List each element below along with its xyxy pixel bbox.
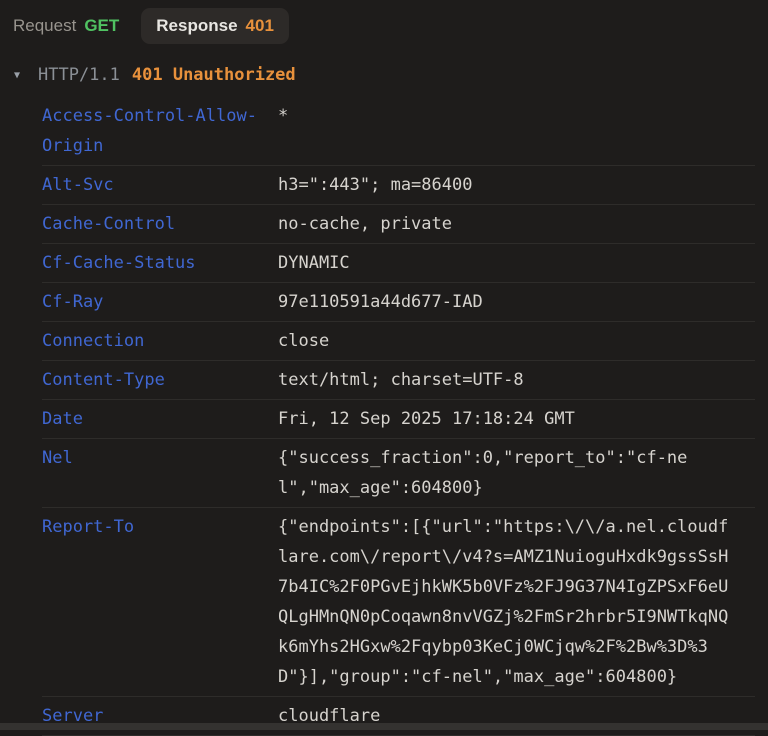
header-name: Cf-Cache-Status [42, 248, 278, 278]
response-tab-label: Response [156, 16, 237, 36]
header-name: Report-To [42, 512, 278, 542]
header-value: {"endpoints":[{"url":"https:\/\/a.nel.cl… [278, 512, 732, 692]
header-value: * [278, 101, 732, 131]
header-value: 97e110591a44d677-IAD [278, 287, 732, 317]
header-row: Cf-Ray 97e110591a44d677-IAD [42, 283, 755, 322]
http-protocol: HTTP/1.1 [38, 65, 120, 85]
request-tab-label: Request [13, 16, 76, 36]
header-name: Access-Control-Allow-Origin [42, 101, 278, 161]
header-row: Alt-Svc h3=":443"; ma=86400 [42, 166, 755, 205]
header-name: Nel [42, 443, 278, 473]
header-name: Alt-Svc [42, 170, 278, 200]
header-row: Content-Type text/html; charset=UTF-8 [42, 361, 755, 400]
header-value: h3=":443"; ma=86400 [278, 170, 732, 200]
tab-request[interactable]: Request GET [13, 8, 119, 44]
header-row: Cf-Cache-Status DYNAMIC [42, 244, 755, 283]
response-status-line: ▼ HTTP/1.1 401 Unauthorized [14, 65, 768, 85]
response-status-badge: 401 [246, 16, 274, 36]
http-status-text: 401 Unauthorized [132, 65, 296, 85]
header-value: {"success_fraction":0,"report_to":"cf-ne… [278, 443, 732, 503]
header-row: Connection close [42, 322, 755, 361]
header-value: text/html; charset=UTF-8 [278, 365, 732, 395]
header-value: no-cache, private [278, 209, 732, 239]
bottom-panel-edge [0, 723, 768, 730]
collapse-caret-icon[interactable]: ▼ [14, 70, 38, 81]
request-response-tabbar: Request GET Response 401 [0, 0, 768, 44]
request-method-badge: GET [84, 16, 119, 36]
header-name: Date [42, 404, 278, 434]
header-name: Connection [42, 326, 278, 356]
header-row: Date Fri, 12 Sep 2025 17:18:24 GMT [42, 400, 755, 439]
header-value: DYNAMIC [278, 248, 732, 278]
header-row: Nel {"success_fraction":0,"report_to":"c… [42, 439, 755, 508]
header-value: close [278, 326, 732, 356]
header-name: Content-Type [42, 365, 278, 395]
header-name: Cf-Ray [42, 287, 278, 317]
tab-response[interactable]: Response 401 [141, 8, 289, 44]
header-name: Cache-Control [42, 209, 278, 239]
header-value: Fri, 12 Sep 2025 17:18:24 GMT [278, 404, 732, 434]
header-row: Access-Control-Allow-Origin * [42, 97, 755, 166]
header-row: Server cloudflare [42, 697, 755, 736]
header-row: Report-To {"endpoints":[{"url":"https:\/… [42, 508, 755, 697]
headers-table: Access-Control-Allow-Origin * Alt-Svc h3… [0, 97, 768, 736]
header-row: Cache-Control no-cache, private [42, 205, 755, 244]
